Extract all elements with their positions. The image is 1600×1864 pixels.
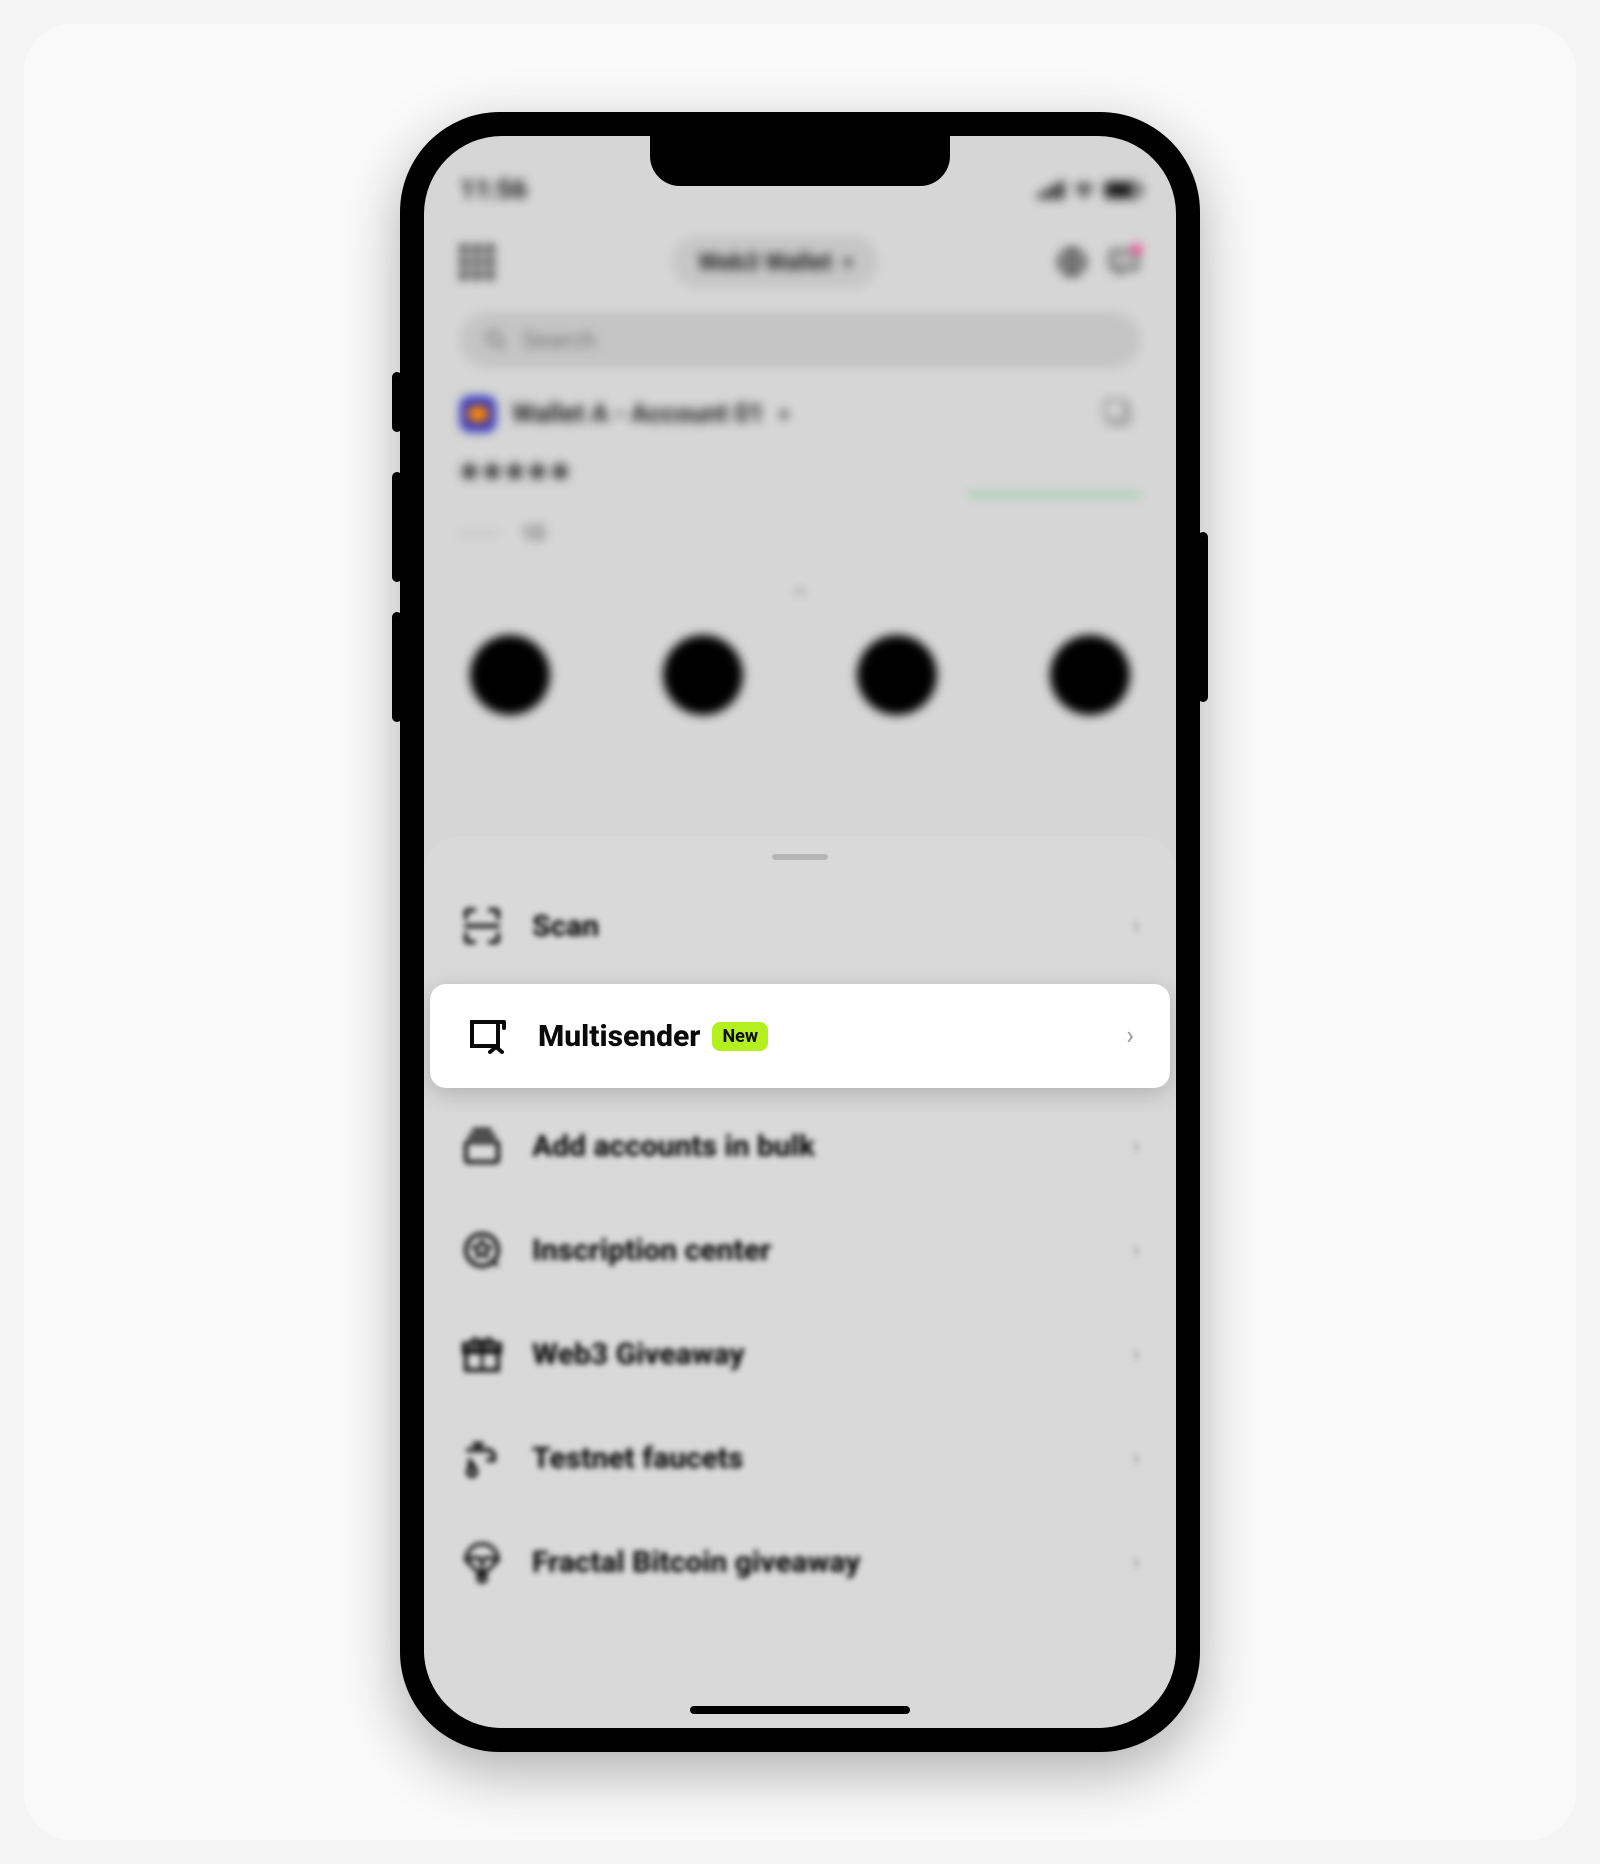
top-bar: Web3 Wallet ▾ xyxy=(460,234,1140,290)
menu-item-fractal-bitcoin-giveaway[interactable]: Fractal Bitcoin giveaway › xyxy=(424,1510,1176,1614)
wallet-stack-icon xyxy=(460,1124,504,1168)
home-indicator[interactable] xyxy=(690,1706,910,1714)
action-button-2[interactable] xyxy=(663,635,743,715)
account-label: Wallet A - Account 01 xyxy=(512,399,764,429)
expand-chevron-icon[interactable]: ⌄ xyxy=(460,575,1140,599)
messages-icon[interactable] xyxy=(1108,246,1140,278)
wifi-icon xyxy=(1072,181,1096,199)
menu-item-web3-giveaway[interactable]: Web3 Giveaway › xyxy=(424,1302,1176,1406)
phone-screen: 11:56 Web3 Wallet ▾ xyxy=(424,136,1176,1728)
account-selector[interactable]: Wallet A - Account 01 ▾ xyxy=(460,396,1140,432)
chevron-right-icon: › xyxy=(1126,1021,1134,1051)
phone-notch xyxy=(650,136,950,186)
phone-volume-up xyxy=(392,472,402,582)
menu-item-label: Web3 Giveaway xyxy=(532,1337,745,1372)
scan-icon xyxy=(460,904,504,948)
gift-icon xyxy=(460,1332,504,1376)
faucet-icon xyxy=(460,1436,504,1480)
chevron-right-icon: › xyxy=(1132,1339,1140,1369)
menu-item-inscription-center[interactable]: Inscription center › xyxy=(424,1198,1176,1302)
menu-item-scan[interactable]: Scan › xyxy=(424,874,1176,978)
sheet-grabber[interactable] xyxy=(772,854,828,860)
caret-down-icon: ▾ xyxy=(844,253,852,272)
multisender-icon xyxy=(466,1014,510,1058)
status-time: 11:56 xyxy=(460,175,527,205)
status-icons xyxy=(1038,181,1140,199)
pnl-period: 1D xyxy=(521,521,545,545)
menu-item-label: Scan xyxy=(532,909,599,944)
caret-down-icon: ▾ xyxy=(780,405,788,424)
menu-item-label: Fractal Bitcoin giveaway xyxy=(532,1545,860,1580)
phone-power-button xyxy=(1198,532,1208,702)
search-input[interactable]: Search xyxy=(460,312,1140,368)
cellular-icon xyxy=(1038,181,1064,199)
search-placeholder: Search xyxy=(522,326,596,354)
new-badge: New xyxy=(712,1022,768,1051)
chevron-right-icon: › xyxy=(1132,1131,1140,1161)
menu-item-label: Add accounts in bulk xyxy=(532,1129,815,1164)
quick-actions xyxy=(460,635,1140,715)
menu-item-label: Testnet faucets xyxy=(532,1441,743,1476)
phone-volume-down xyxy=(392,612,402,722)
menu-item-add-accounts-bulk[interactable]: Add accounts in bulk › xyxy=(424,1094,1176,1198)
menu-item-label: Multisender xyxy=(538,1019,700,1054)
chevron-right-icon: › xyxy=(1132,1235,1140,1265)
battery-icon xyxy=(1104,181,1140,199)
inscription-icon xyxy=(460,1228,504,1272)
action-button-1[interactable] xyxy=(470,635,550,715)
phone-side-button xyxy=(392,372,402,432)
menu-item-label: Inscription center xyxy=(532,1233,771,1268)
wallet-selector-label: Web3 Wallet xyxy=(698,248,832,276)
parachute-icon xyxy=(460,1540,504,1584)
notification-dot xyxy=(1132,244,1142,254)
sparkline xyxy=(970,493,1140,497)
stage: 11:56 Web3 Wallet ▾ xyxy=(24,24,1576,1840)
apps-grid-icon[interactable] xyxy=(460,245,494,279)
menu-item-multisender[interactable]: Multisender New › xyxy=(430,984,1170,1088)
copy-address-icon[interactable] xyxy=(1108,403,1130,425)
chevron-right-icon: › xyxy=(1132,1547,1140,1577)
wallet-selector[interactable]: Web3 Wallet ▾ xyxy=(672,236,878,288)
action-button-4[interactable] xyxy=(1050,635,1130,715)
menu-item-testnet-faucets[interactable]: Testnet faucets › xyxy=(424,1406,1176,1510)
pnl-masked: ····· xyxy=(460,521,501,545)
more-actions-sheet: Scan › Multisender New › xyxy=(424,836,1176,1728)
globe-icon[interactable] xyxy=(1056,246,1088,278)
search-icon xyxy=(484,328,508,352)
chevron-right-icon: › xyxy=(1132,1443,1140,1473)
action-button-3[interactable] xyxy=(857,635,937,715)
account-avatar xyxy=(460,396,496,432)
phone-frame: 11:56 Web3 Wallet ▾ xyxy=(400,112,1200,1752)
chevron-right-icon: › xyxy=(1132,911,1140,941)
pnl-row: ····· 1D xyxy=(460,521,1140,545)
